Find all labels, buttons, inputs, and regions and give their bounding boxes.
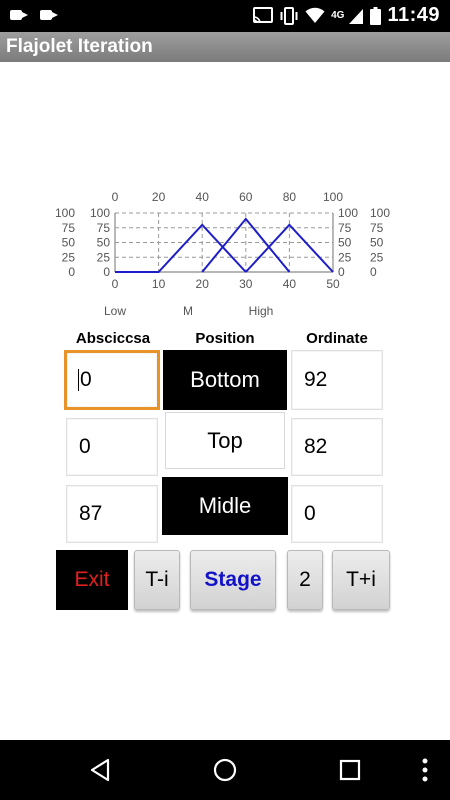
x-top-tick-label: 40 — [196, 190, 210, 204]
wifi-icon — [305, 7, 325, 23]
signal-icon — [349, 8, 364, 24]
category-label-m: M — [183, 304, 193, 318]
y-tick-label-left-inner: 50 — [97, 236, 111, 250]
y-tick-label-right-inner: 100 — [338, 206, 358, 220]
y-tick-label-left-inner: 0 — [103, 265, 110, 279]
ordinate-input-2[interactable]: 82 — [291, 418, 383, 476]
x-bottom-tick-label: 10 — [152, 277, 166, 291]
abscissa-value-1: 0 — [80, 368, 92, 391]
abscissa-input-2[interactable]: 0 — [66, 418, 158, 476]
camera-notification-icon — [10, 8, 30, 22]
x-top-tick-label: 100 — [323, 190, 343, 204]
abscissa-input-3[interactable]: 87 — [66, 485, 158, 543]
y-tick-label-right-outer: 100 — [370, 206, 390, 220]
home-icon[interactable] — [213, 758, 237, 782]
back-icon[interactable] — [88, 758, 112, 782]
stage-button[interactable]: Stage — [190, 550, 276, 610]
t-plus-i-button[interactable]: T+i — [332, 550, 390, 610]
y-tick-label-right-outer: 75 — [370, 221, 384, 235]
y-tick-label-right-inner: 25 — [338, 250, 352, 264]
ordinate-input-1[interactable]: 92 — [291, 350, 383, 410]
clock: 11:49 — [387, 4, 440, 26]
y-tick-label-right-inner: 50 — [338, 236, 352, 250]
x-bottom-tick-label: 30 — [239, 277, 253, 291]
position-midle-button[interactable]: Midle — [162, 477, 288, 535]
y-tick-label-right-inner: 75 — [338, 221, 352, 235]
exit-button[interactable]: Exit — [56, 550, 128, 610]
status-bar: 4G 11:49 — [0, 0, 450, 32]
x-top-tick-label: 60 — [239, 190, 253, 204]
x-bottom-tick-label: 0 — [112, 277, 119, 291]
ordinate-header: Ordinate — [306, 330, 368, 347]
title-bar: Flajolet Iteration — [0, 32, 450, 62]
video-notification-icon — [40, 8, 60, 22]
y-tick-label-left-outer: 100 — [55, 206, 75, 220]
y-tick-label-left-outer: 50 — [62, 236, 76, 250]
y-tick-label-left-inner: 100 — [90, 206, 110, 220]
battery-icon — [370, 6, 382, 25]
y-tick-label-left-outer: 25 — [62, 250, 76, 264]
abscissa-header: Absciccsa — [75, 330, 151, 347]
membership-series-1 — [115, 223, 247, 273]
cast-icon — [253, 6, 274, 23]
y-tick-label-left-outer: 75 — [62, 221, 76, 235]
recents-icon[interactable] — [339, 759, 361, 781]
network-type: 4G — [331, 10, 345, 21]
iteration-number-button[interactable]: 2 — [287, 550, 323, 610]
y-tick-label-left-inner: 25 — [97, 250, 111, 264]
ordinate-input-3[interactable]: 0 — [291, 485, 383, 543]
abscissa-input-1[interactable]: 0 — [64, 350, 160, 410]
position-header: Position — [195, 330, 255, 347]
x-bottom-tick-label: 50 — [326, 277, 340, 291]
x-top-tick-label: 20 — [152, 190, 166, 204]
x-bottom-tick-label: 40 — [283, 277, 297, 291]
y-tick-label-left-outer: 0 — [68, 265, 75, 279]
app-title: Flajolet Iteration — [6, 36, 153, 57]
position-top-button[interactable]: Top — [165, 412, 285, 469]
y-tick-label-right-outer: 50 — [370, 236, 384, 250]
overflow-menu-icon[interactable] — [420, 757, 430, 783]
t-minus-i-button[interactable]: T-i — [134, 550, 180, 610]
y-tick-label-right-outer: 0 — [370, 265, 377, 279]
x-bottom-tick-label: 20 — [196, 277, 210, 291]
membership-chart: 0 0 0 025 25 25 2550 50 50 5075 75 75 75100 100 100 100… — [55, 190, 390, 318]
y-tick-label-left-inner: 75 — [97, 221, 111, 235]
y-tick-label-right-outer: 25 — [370, 250, 384, 264]
text-cursor — [78, 369, 79, 391]
navigation-bar — [0, 740, 450, 800]
x-top-tick-label: 0 — [112, 190, 119, 204]
position-bottom-button[interactable]: Bottom — [163, 350, 287, 410]
category-label-high: High — [249, 304, 274, 318]
vibrate-icon — [280, 6, 298, 25]
category-label-low: Low — [104, 304, 126, 318]
x-top-tick-label: 80 — [283, 190, 297, 204]
